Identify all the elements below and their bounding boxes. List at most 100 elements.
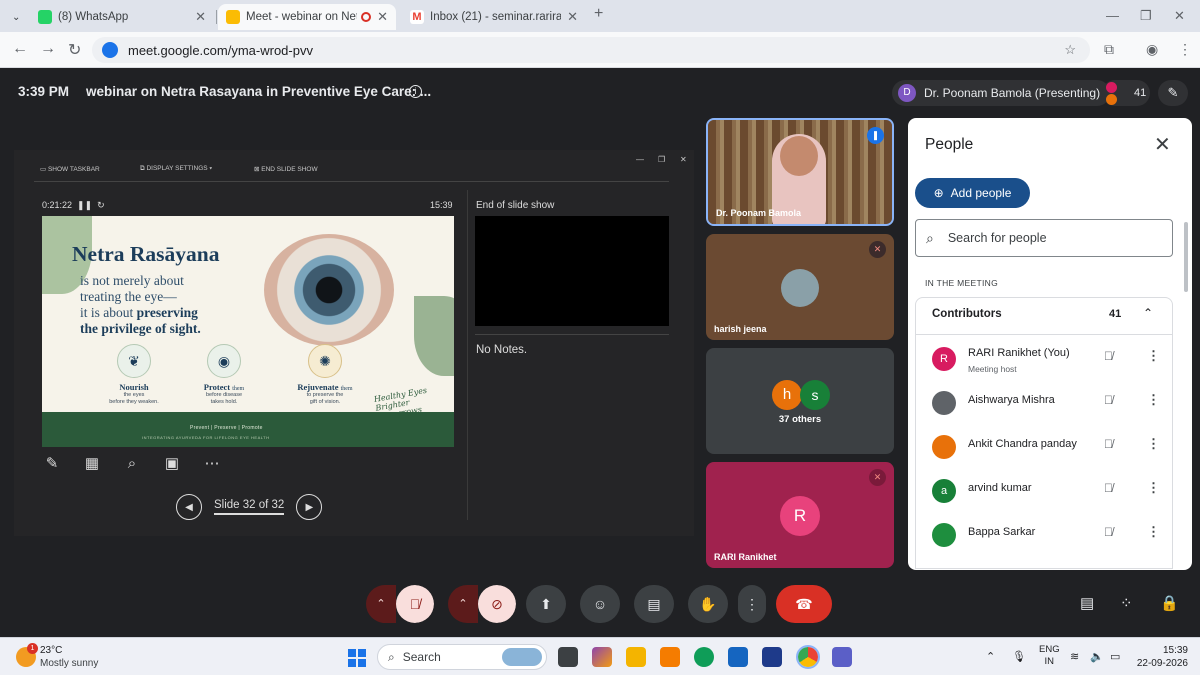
presenter-chip[interactable]: D Dr. Poonam Bamola (Presenting) [892,80,1111,106]
slide-counter[interactable]: Slide 32 of 32 [214,499,285,515]
system-clock[interactable]: 15:39 22-09-2026 [1136,644,1188,670]
reset-icon[interactable]: ↻ [97,200,105,210]
menu-icon[interactable]: ⋮ [1178,41,1192,58]
close-icon[interactable]: ✕ [680,155,687,164]
list-item[interactable]: Aishwarya Mishra 🎙̸ ⋮ [932,389,1162,419]
taskbar-search[interactable]: ⌕ Search [377,644,547,670]
new-tab-button[interactable]: + [594,5,603,23]
show-taskbar-button[interactable]: ▭ SHOW TASKBAR [40,165,100,173]
muted-mic-icon[interactable]: 🎙̸ [1104,525,1113,539]
extensions-icon[interactable]: ⧉ [1104,41,1114,58]
tab-search-button[interactable]: ⌄ [4,4,24,30]
restore-icon[interactable]: ❐ [658,155,665,164]
forward-icon[interactable]: → [40,40,56,58]
close-icon[interactable]: ✕ [195,9,206,25]
see-all-slides-icon[interactable]: ▦ [82,454,102,474]
activities-icon[interactable]: ⁘ [1120,594,1133,612]
minimize-button[interactable]: — [1106,8,1119,23]
tab-gmail[interactable]: M Inbox (21) - seminar.rariranikhe ✕ [402,4,586,30]
muted-mic-icon[interactable]: 🎙̸ [1104,349,1113,363]
close-icon[interactable]: ✕ [377,9,388,25]
reload-icon[interactable]: ↻ [68,40,81,60]
info-icon[interactable]: i [409,85,422,98]
emoji-icon[interactable]: ☺ [580,585,620,623]
more-options-icon[interactable]: ⋮ [1147,348,1160,364]
list-item[interactable]: R RARI Ranikhet (You) Meeting host 🎙̸ ⋮ [932,345,1162,375]
battery-icon[interactable]: ▭ [1110,650,1120,663]
list-item[interactable]: a arvind kumar 🎙̸ ⋮ [932,477,1162,507]
edge-icon[interactable] [694,647,714,667]
leave-call-button[interactable]: ☎ [776,585,832,623]
more-options-icon[interactable]: ⋮ [1147,436,1160,452]
profile-icon[interactable]: ◉ [1146,41,1158,58]
display-settings-button[interactable]: ⧉ DISPLAY SETTINGS ▾ [140,165,212,173]
back-icon[interactable]: ← [12,40,28,58]
chevron-up-icon[interactable]: ⌃ [366,585,396,623]
search-people-input[interactable]: ⌕ Search for people [915,219,1173,257]
microphone-icon[interactable]: 🎙 [1012,650,1026,663]
avatar: h [772,380,802,410]
list-item[interactable]: Bappa Sarkar 🎙̸ ⋮ [932,521,1162,551]
muted-mic-icon[interactable]: 🎙̸ [1104,437,1113,451]
chat-icon[interactable]: ▤ [1080,594,1094,612]
present-screen-icon[interactable]: ⬆ [526,585,566,623]
app-icon[interactable] [660,647,680,667]
file-explorer-icon[interactable] [626,647,646,667]
participant-tile-harish[interactable]: ✕ harish jeena [706,234,894,340]
language-indicator[interactable]: ENG IN [1039,644,1060,668]
store-icon[interactable] [762,647,782,667]
close-icon[interactable]: ✕ [567,9,578,25]
teams-icon[interactable] [832,647,852,667]
outlook-icon[interactable] [728,647,748,667]
chevron-up-icon[interactable]: ⌃ [1143,306,1153,320]
start-icon[interactable] [348,649,366,667]
participant-tile-rari[interactable]: R ✕ RARI Ranikhet [706,462,894,568]
next-slide-button[interactable]: ▶ [296,494,323,520]
task-view-icon[interactable] [558,647,578,667]
bookmark-star-icon[interactable]: ☆ [1064,42,1076,58]
section-heading: IN THE MEETING [925,278,998,288]
chevron-up-icon[interactable]: ⌃ [448,585,478,623]
site-info-icon[interactable] [102,42,118,58]
raise-hand-icon[interactable]: ✋ [688,585,728,623]
close-icon[interactable]: ✕ [1154,132,1171,157]
more-options-icon[interactable]: ⋯ [202,454,222,474]
restore-button[interactable]: ❐ [1140,8,1152,24]
camera-off-icon[interactable]: ⊘ [478,585,516,623]
copilot-icon[interactable] [592,647,612,667]
more-options-icon[interactable]: ⋮ [1147,392,1160,408]
tab-whatsapp[interactable]: (8) WhatsApp ✕ [30,4,214,30]
avatar: R [780,496,820,536]
tab-meet[interactable]: Meet - webinar on Netra Ra ✕ [218,4,396,30]
url-bar[interactable]: meet.google.com/yma-wrod-pvv ☆ [92,37,1090,63]
window-close-button[interactable]: ✕ [1174,8,1185,24]
pen-icon[interactable]: ✎ [42,454,62,474]
end-slide-show-button[interactable]: ⊠ END SLIDE SHOW [254,165,318,173]
zoom-icon[interactable]: ⌕ [122,454,142,474]
more-options-icon[interactable]: ⋮ [1147,480,1160,496]
group-title[interactable]: Contributors [932,308,1002,320]
participant-tile-others[interactable]: h s 37 others [706,348,894,454]
meet-icon [226,10,240,24]
wifi-icon[interactable]: ≋ [1070,650,1079,663]
list-item[interactable]: Ankit Chandra panday 🎙̸ ⋮ [932,433,1162,463]
more-options-icon[interactable]: ⋮ [1147,524,1160,540]
host-controls-icon[interactable]: 🔒 [1160,594,1179,612]
participant-count-chip[interactable]: 41 [1102,80,1150,106]
chevron-up-icon[interactable]: ⌃ [986,650,995,663]
visual-effects-icon[interactable]: ✎ [1158,80,1188,106]
minimize-icon[interactable]: — [636,155,644,164]
muted-mic-icon[interactable]: 🎙̸ [1104,481,1113,495]
muted-mic-icon[interactable]: 🎙̸ [1104,393,1113,407]
add-people-button[interactable]: ⊕ Add people [915,178,1030,208]
pause-icon[interactable]: ❚❚ [77,200,92,210]
previous-slide-button[interactable]: ◀ [176,494,202,520]
participant-tile-presenter[interactable]: ❚ Dr. Poonam Bamola [706,118,894,226]
chrome-icon[interactable] [796,645,820,669]
mic-off-icon[interactable]: 🎙̸ [396,585,434,623]
more-options-icon[interactable]: ⋮ [738,585,766,623]
captions-icon[interactable]: ▤ [634,585,674,623]
scrollbar[interactable] [1184,222,1188,292]
volume-icon[interactable]: 🔈 [1090,650,1104,663]
screen-icon[interactable]: ▣ [162,454,182,474]
